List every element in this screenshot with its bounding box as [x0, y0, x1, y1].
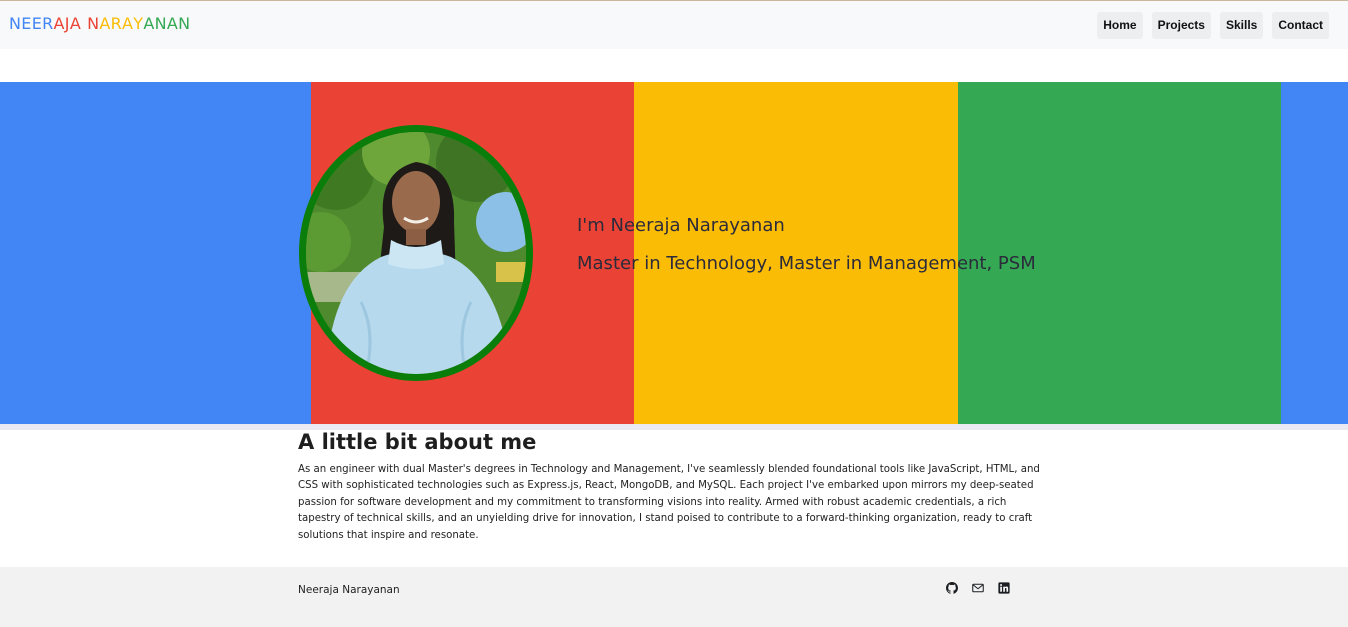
nav-home-link[interactable]: Home [1097, 12, 1143, 39]
brand-letter: A [166, 14, 179, 33]
mail-icon[interactable] [970, 580, 985, 595]
brand-letter: A [53, 14, 65, 33]
nav-projects-link[interactable]: Projects [1151, 12, 1211, 39]
navbar: NEERAJA NARAYANAN Home Projects Skills C… [0, 1, 1348, 49]
brand-logo[interactable]: NEERAJA NARAYANAN [9, 14, 190, 33]
brand-letter: A [122, 14, 134, 33]
linkedin-icon[interactable] [996, 580, 1011, 595]
brand-letter: R [42, 14, 54, 33]
brand-letter: A [69, 14, 82, 33]
brand-letter: N [87, 14, 100, 33]
hero-stripe-blue-right [1281, 82, 1348, 424]
brand-letter: E [21, 14, 32, 33]
nav-menu: Home Projects Skills Contact [1097, 12, 1329, 39]
brand-letter: A [99, 14, 111, 33]
hero-name-line: I'm Neeraja Narayanan [577, 215, 785, 236]
brand-letter: R [110, 14, 123, 33]
nav-skills-link[interactable]: Skills [1219, 12, 1264, 39]
section-divider [0, 424, 1348, 430]
footer-social-links [944, 580, 1011, 595]
brand-letter: E [31, 14, 43, 33]
about-paragraph: As an engineer with dual Master's degree… [298, 464, 1040, 541]
brand-letter: N [154, 14, 167, 33]
footer: Neeraja Narayanan [0, 567, 1348, 627]
github-icon[interactable] [944, 580, 959, 595]
hero-section: I'm Neeraja Narayanan Master in Technolo… [0, 82, 1348, 424]
brand-letter: A [143, 14, 155, 33]
profile-photo [299, 125, 533, 381]
brand-letter: N [9, 14, 22, 33]
footer-name: Neeraja Narayanan [298, 584, 400, 596]
hero-stripe-blue-left [0, 82, 311, 424]
about-heading: A little bit about me [298, 430, 537, 454]
nav-contact-link[interactable]: Contact [1272, 12, 1329, 39]
brand-letter: Y [133, 14, 144, 33]
brand-letter: N [178, 14, 191, 33]
hero-title-line: Master in Technology, Master in Manageme… [577, 253, 1036, 274]
